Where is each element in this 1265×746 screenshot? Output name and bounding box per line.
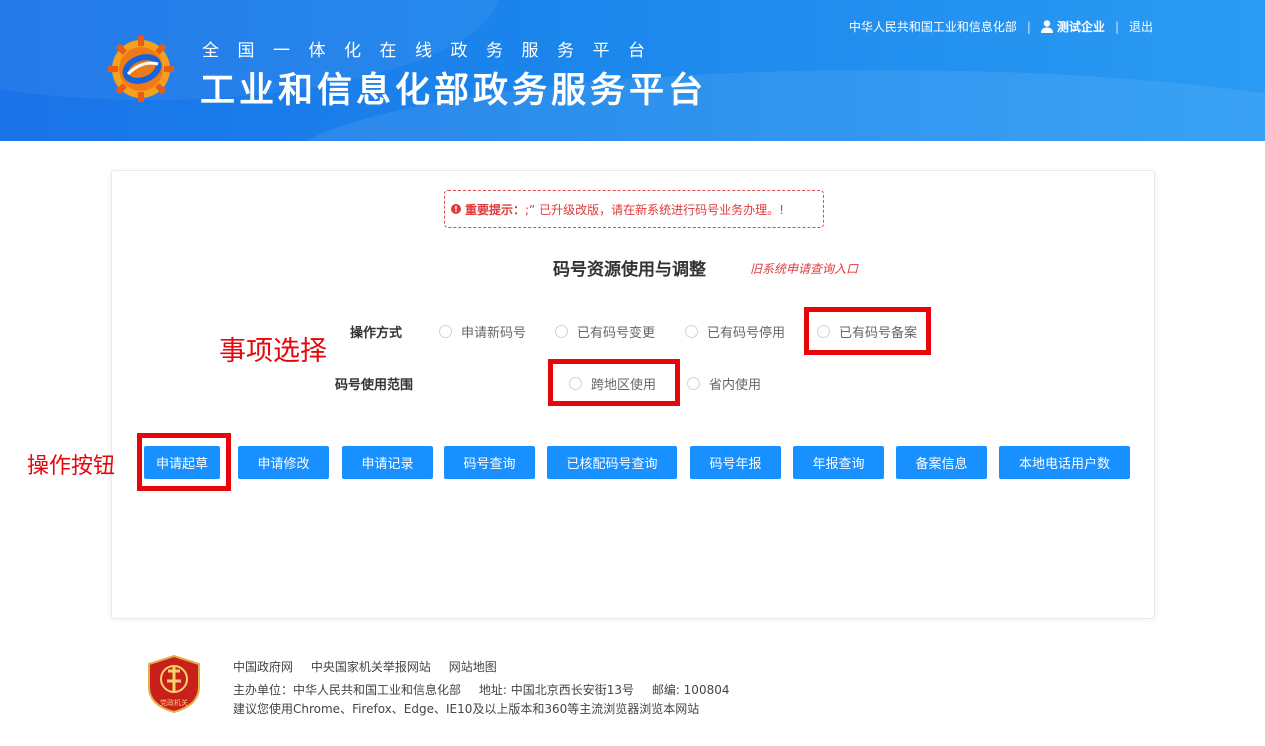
radio-label: 已有码号变更 bbox=[577, 326, 656, 341]
footer-link-sitemap[interactable]: 网站地图 bbox=[449, 660, 497, 674]
annotation-operation-buttons: 操作按钮 bbox=[27, 454, 116, 479]
site-header: 全国一体化在线政务服务平台 工业和信息化部政务服务平台 中华人民共和国工业和信息… bbox=[0, 0, 1265, 141]
radio-stop-number[interactable]: 已有码号停用 bbox=[685, 322, 785, 341]
highlight-box-cross-region bbox=[548, 359, 680, 406]
radio-label: 已有码号停用 bbox=[707, 326, 786, 341]
scope-label: 码号使用范围 bbox=[335, 378, 414, 393]
footer-address: 地址: 中国北京西长安街13号 bbox=[478, 683, 634, 697]
user-icon bbox=[1040, 20, 1053, 33]
radio-circle[interactable] bbox=[555, 325, 568, 338]
radio-circle[interactable] bbox=[687, 377, 700, 390]
application-records-button[interactable]: 申请记录 bbox=[342, 446, 433, 479]
logout-link[interactable]: 退出 bbox=[1129, 18, 1153, 35]
user-name: 测试企业 bbox=[1056, 20, 1105, 34]
number-annual-report-button[interactable]: 码号年报 bbox=[690, 446, 781, 479]
alert-icon: ! bbox=[451, 204, 461, 214]
annual-report-query-button[interactable]: 年报查询 bbox=[793, 446, 884, 479]
footer-links: 中国政府网 中央国家机关举报网站 网站地图 bbox=[233, 658, 511, 675]
highlight-box-draft bbox=[137, 433, 231, 491]
radio-new-number[interactable]: 申请新码号 bbox=[439, 322, 526, 341]
record-info-button[interactable]: 备案信息 bbox=[896, 446, 987, 479]
annotation-item-selection: 事项选择 bbox=[219, 336, 327, 367]
footer-postcode: 邮编: 100804 bbox=[651, 683, 730, 697]
footer-link-report[interactable]: 中央国家机关举报网站 bbox=[311, 660, 431, 674]
local-phone-users-button[interactable]: 本地电话用户数 bbox=[999, 446, 1130, 479]
page-title: 码号资源使用与调整 bbox=[553, 260, 706, 280]
notice-text: ;” 已升级改版，请在新系统进行码号业务办理。! bbox=[525, 202, 784, 217]
topbar-separator: | bbox=[1114, 19, 1119, 34]
badge-text: 党政机关 bbox=[160, 698, 188, 707]
footer-link-gov[interactable]: 中国政府网 bbox=[233, 660, 293, 674]
radio-change-number[interactable]: 已有码号变更 bbox=[555, 322, 655, 341]
number-query-button[interactable]: 码号查询 bbox=[444, 446, 535, 479]
topbar-separator: | bbox=[1026, 19, 1031, 34]
operation-label: 操作方式 bbox=[350, 326, 403, 341]
platform-title: 工业和信息化部政务服务平台 bbox=[200, 71, 708, 111]
modify-application-button[interactable]: 申请修改 bbox=[238, 446, 329, 479]
footer-sponsor-line: 主办单位：中华人民共和国工业和信息化部 地址: 中国北京西长安街13号 邮编: … bbox=[233, 681, 743, 698]
radio-circle[interactable] bbox=[685, 325, 698, 338]
footer-sponsor: 主办单位：中华人民共和国工业和信息化部 bbox=[233, 683, 462, 697]
radio-in-province[interactable]: 省内使用 bbox=[687, 374, 761, 393]
radio-label: 申请新码号 bbox=[461, 326, 527, 341]
footer-browser-tip: 建议您使用Chrome、Firefox、Edge、IE10及以上版本和360等主… bbox=[233, 702, 700, 716]
party-government-badge-icon[interactable]: 党政机关 bbox=[147, 655, 201, 713]
platform-logo-icon[interactable] bbox=[108, 36, 174, 102]
important-notice: ! 重要提示： ;” 已升级改版，请在新系统进行码号业务办理。! bbox=[444, 190, 824, 228]
old-system-link[interactable]: 旧系统申请查询入口 bbox=[750, 260, 858, 277]
assigned-number-query-button[interactable]: 已核配码号查询 bbox=[547, 446, 677, 479]
radio-label: 省内使用 bbox=[709, 378, 762, 393]
ministry-link[interactable]: 中华人民共和国工业和信息化部 bbox=[849, 18, 1017, 35]
user-menu[interactable]: 测试企业 bbox=[1040, 18, 1105, 35]
highlight-box-record bbox=[804, 307, 931, 355]
platform-subtitle: 全国一体化在线政务服务平台 bbox=[202, 41, 664, 61]
top-user-bar: 中华人民共和国工业和信息化部 | 测试企业 | 退出 bbox=[849, 18, 1153, 35]
radio-circle[interactable] bbox=[439, 325, 452, 338]
notice-label: 重要提示： bbox=[465, 202, 526, 217]
